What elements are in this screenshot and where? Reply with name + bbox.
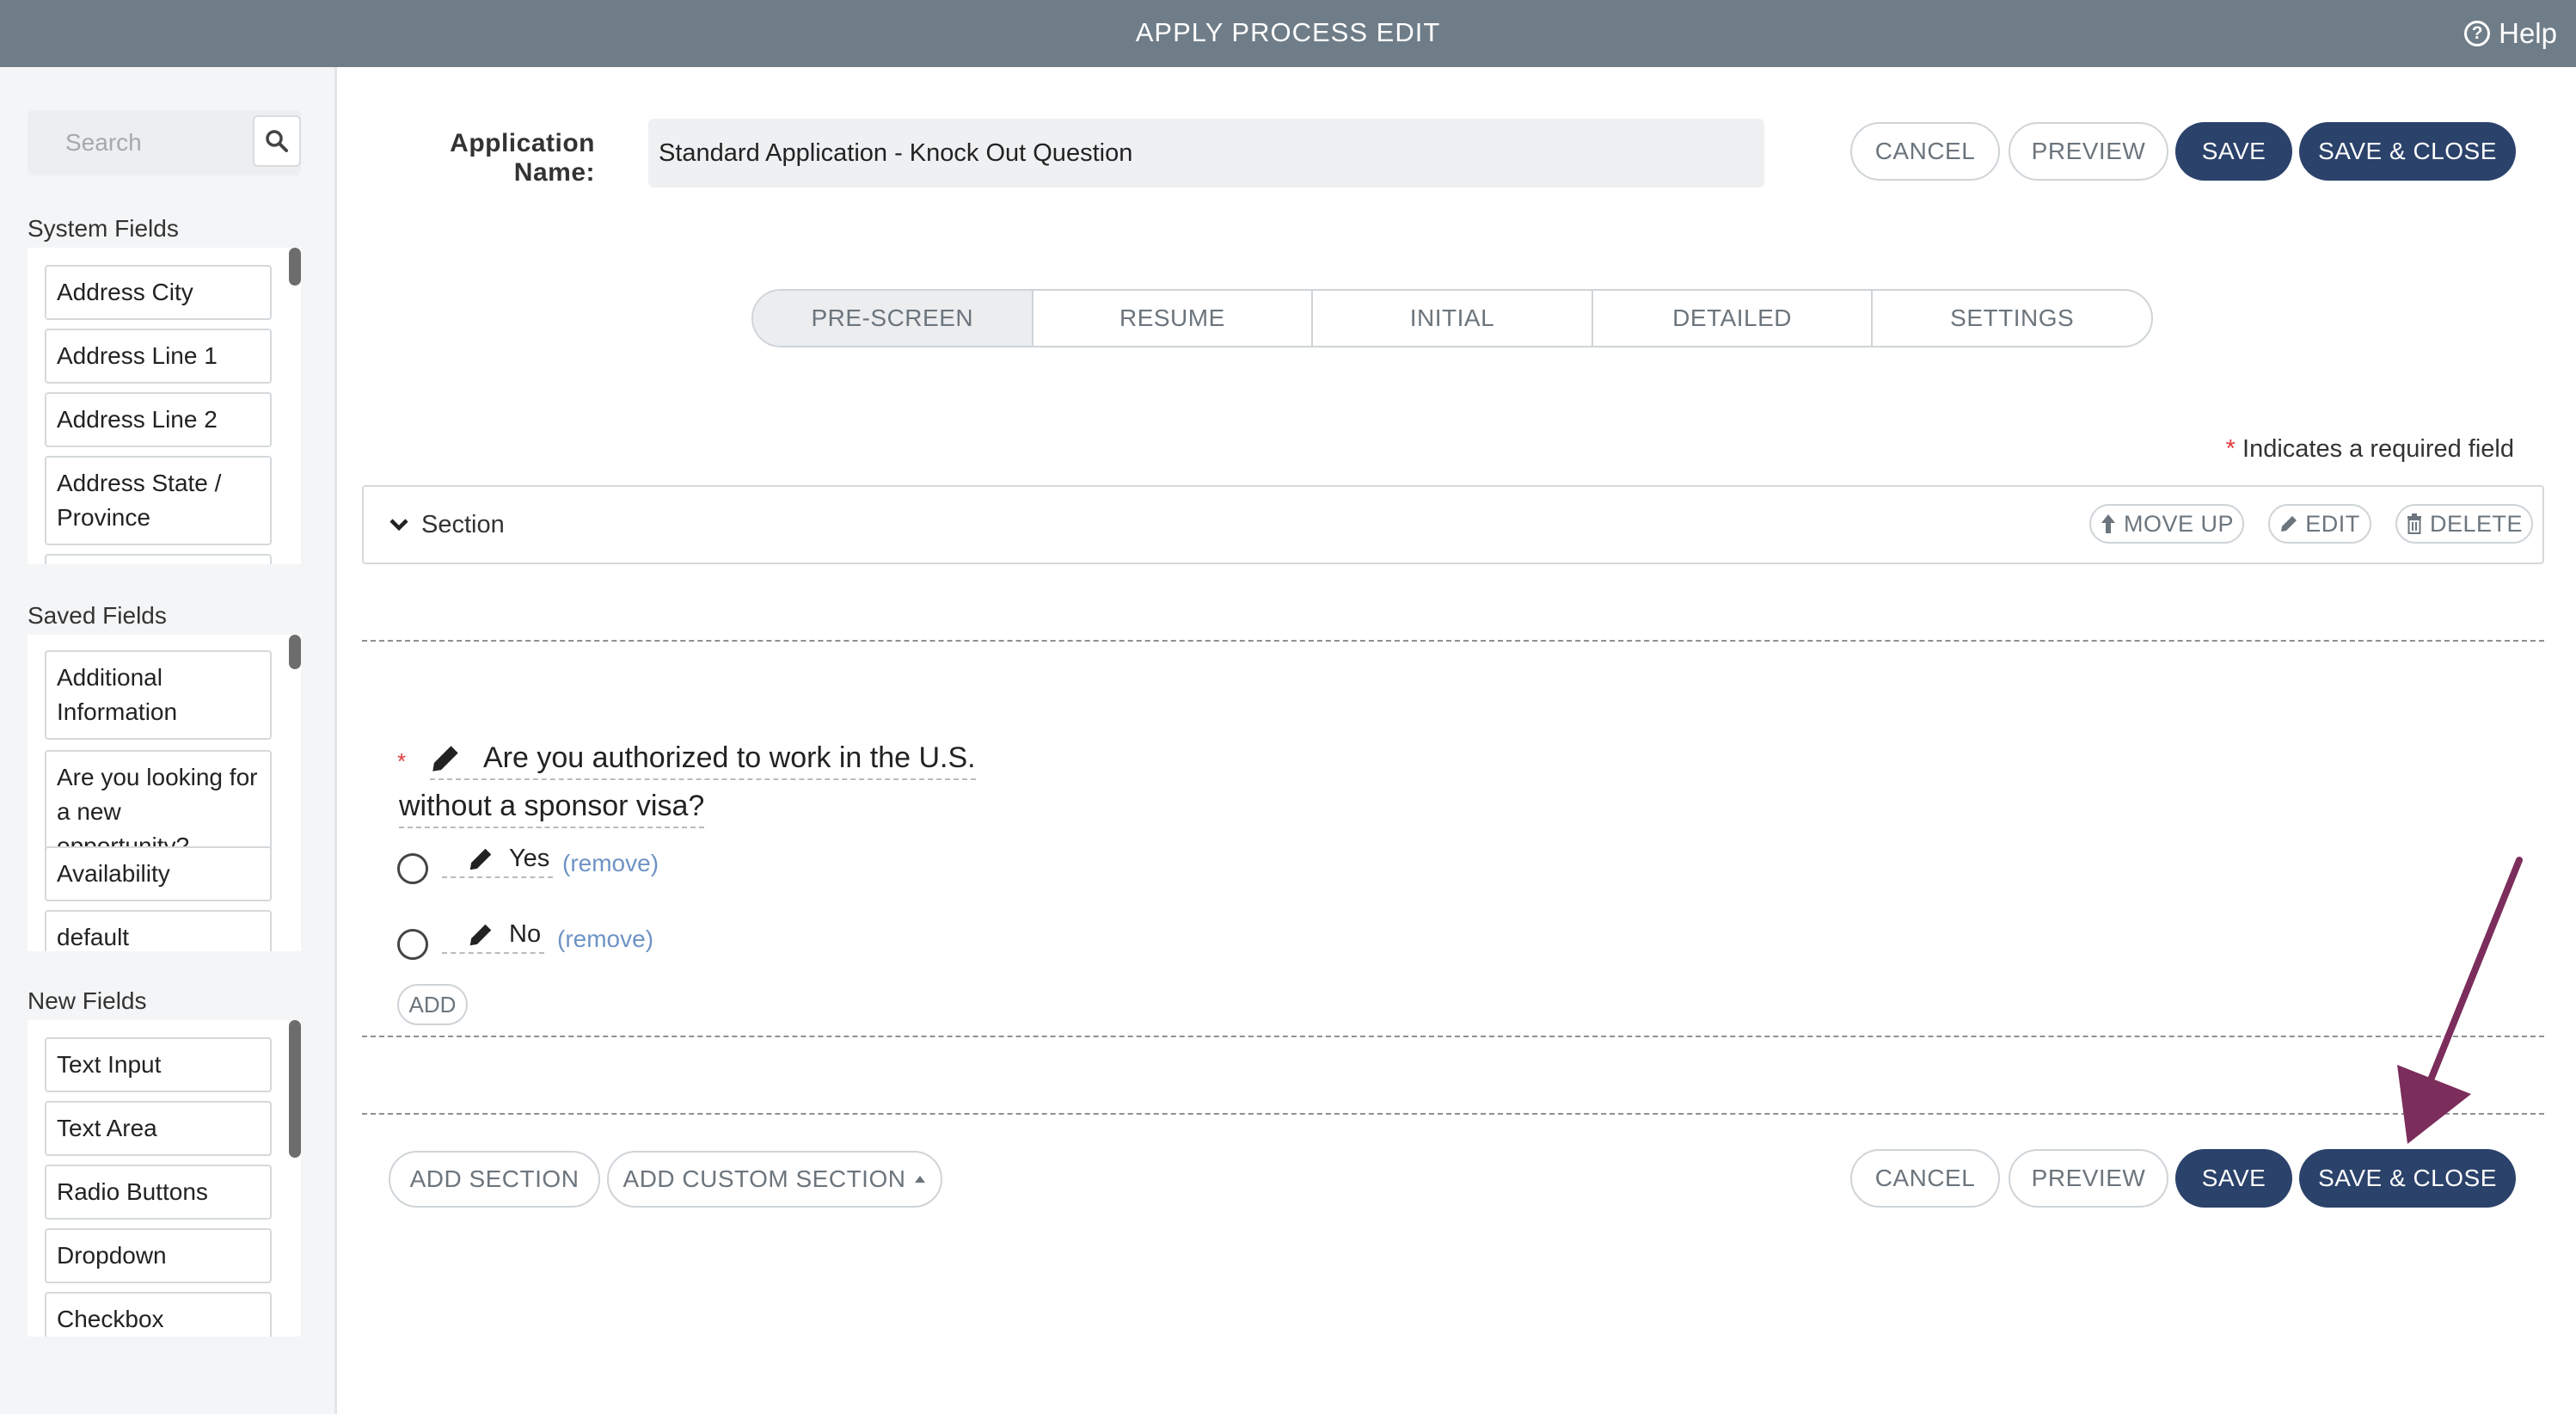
arrow-up-icon: [2101, 514, 2115, 533]
question-text-line2: without a sponsor visa?: [399, 790, 705, 828]
required-note: * Indicates a required field: [2226, 435, 2514, 464]
saved-fields-scrollbar[interactable]: [289, 635, 301, 669]
new-fields-list: Text Input Text Area Radio Buttons Dropd…: [28, 1020, 301, 1337]
footer-save-close-button[interactable]: SAVE & CLOSE: [2299, 1149, 2516, 1208]
footer-preview-button[interactable]: PREVIEW: [2009, 1149, 2168, 1208]
chevron-down-icon: [389, 519, 408, 532]
question-text[interactable]: Are you authorized to work in the U.S.: [430, 741, 976, 780]
footer-cancel-button[interactable]: CANCEL: [1850, 1149, 2000, 1208]
field-item-additional-information[interactable]: Additional Information: [45, 650, 272, 740]
search-button[interactable]: [253, 115, 301, 167]
system-fields-list: Address City Address Line 1 Address Line…: [28, 248, 301, 564]
search-placeholder: Search: [65, 129, 142, 156]
edit-label: EDIT: [2305, 510, 2360, 537]
footer-save-button[interactable]: SAVE: [2175, 1149, 2292, 1208]
saved-fields-list: Additional Information Are you looking f…: [28, 635, 301, 951]
help-link[interactable]: ? Help: [2464, 0, 2557, 67]
field-item-dropdown[interactable]: Dropdown: [45, 1228, 272, 1283]
system-fields-scrollbar[interactable]: [289, 248, 301, 286]
option-no[interactable]: No: [442, 920, 545, 954]
section-toggle[interactable]: Section: [389, 502, 505, 547]
caret-up-icon: [915, 1176, 926, 1183]
pencil-icon: [469, 924, 492, 945]
field-item-radio-buttons[interactable]: Radio Buttons: [45, 1165, 272, 1220]
required-note-text: Indicates a required field: [2242, 435, 2514, 463]
option-label: Yes: [509, 845, 550, 872]
delete-label: DELETE: [2429, 510, 2524, 537]
remove-option-yes-link[interactable]: (remove): [562, 850, 659, 877]
tab-detailed[interactable]: DETAILED: [1593, 291, 1874, 346]
cancel-button[interactable]: CANCEL: [1850, 122, 2000, 181]
question-text-line1: Are you authorized to work in the U.S.: [483, 741, 976, 774]
help-icon: ?: [2464, 21, 2491, 46]
move-up-label: MOVE UP: [2123, 510, 2235, 537]
field-item-address-line-1[interactable]: Address Line 1: [45, 329, 272, 384]
pencil-icon: [2281, 516, 2297, 532]
field-item-text-input[interactable]: Text Input: [45, 1037, 272, 1092]
option-yes[interactable]: Yes: [442, 845, 554, 878]
section-divider-top: [362, 640, 2544, 642]
add-custom-section-label: ADD CUSTOM SECTION: [623, 1165, 906, 1192]
app-name-label: Application Name:: [450, 129, 595, 187]
edit-section-button[interactable]: EDIT: [2268, 504, 2371, 544]
save-button[interactable]: SAVE: [2175, 122, 2292, 181]
field-item-address-city[interactable]: Address City: [45, 265, 272, 320]
trash-icon: [2407, 513, 2421, 534]
add-custom-section-button[interactable]: ADD CUSTOM SECTION: [607, 1151, 942, 1208]
option-label: No: [509, 920, 542, 948]
app-name-input[interactable]: Standard Application - Knock Out Questio…: [648, 119, 1764, 188]
delete-section-button[interactable]: DELETE: [2395, 504, 2533, 544]
tab-settings[interactable]: SETTINGS: [1873, 291, 2151, 346]
radio-circle[interactable]: [397, 853, 428, 884]
search-icon: [266, 130, 288, 152]
radio-yes[interactable]: [397, 853, 428, 884]
field-item-default[interactable]: default: [45, 910, 272, 951]
footer-divider: [362, 1113, 2544, 1115]
section-divider-bottom: [362, 1036, 2544, 1037]
pencil-icon: [432, 745, 458, 772]
field-item-partial[interactable]: [45, 554, 272, 564]
required-star: *: [2225, 435, 2236, 463]
saved-fields-title: Saved Fields: [28, 602, 167, 629]
tab-initial[interactable]: INITIAL: [1313, 291, 1593, 346]
save-close-button[interactable]: SAVE & CLOSE: [2299, 122, 2516, 181]
field-item-address-state[interactable]: Address State / Province: [45, 456, 272, 545]
tab-resume[interactable]: RESUME: [1033, 291, 1314, 346]
new-fields-title: New Fields: [28, 987, 147, 1014]
section-label: Section: [421, 510, 505, 538]
help-label: Help: [2499, 17, 2557, 49]
tab-pre-screen[interactable]: PRE-SCREEN: [753, 291, 1033, 346]
field-item-availability[interactable]: Availability: [45, 846, 272, 901]
move-up-button[interactable]: MOVE UP: [2089, 504, 2244, 544]
stage-tabs: PRE-SCREEN RESUME INITIAL DETAILED SETTI…: [751, 289, 2153, 347]
add-option-button[interactable]: ADD: [397, 984, 468, 1025]
pencil-icon: [469, 848, 492, 870]
radio-no[interactable]: [397, 929, 428, 960]
add-section-button[interactable]: ADD SECTION: [389, 1151, 600, 1208]
question-required-star: *: [397, 748, 407, 774]
page-title: APPLY PROCESS EDIT: [1135, 17, 1441, 47]
radio-circle[interactable]: [397, 929, 428, 960]
field-item-text-area[interactable]: Text Area: [45, 1101, 272, 1156]
system-fields-title: System Fields: [28, 215, 179, 242]
field-item-address-line-2[interactable]: Address Line 2: [45, 392, 272, 447]
field-item-checkbox[interactable]: Checkbox: [45, 1292, 272, 1337]
preview-button[interactable]: PREVIEW: [2009, 122, 2168, 181]
annotation-arrow: [2397, 857, 2523, 1144]
remove-option-no-link[interactable]: (remove): [557, 925, 653, 953]
new-fields-scrollbar[interactable]: [289, 1020, 301, 1158]
